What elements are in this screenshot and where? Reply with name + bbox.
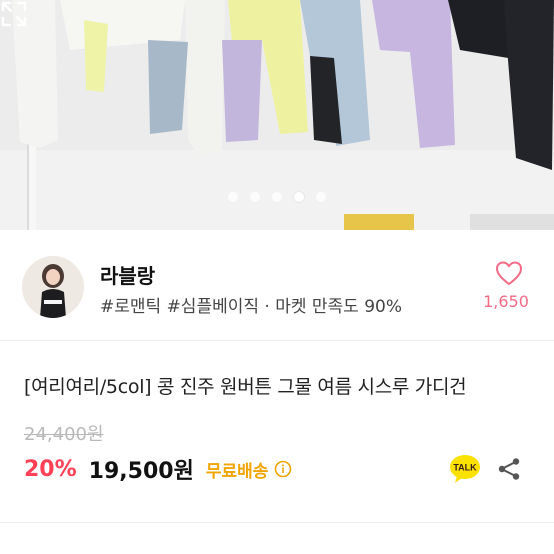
heart-icon xyxy=(495,261,523,286)
talk-icon: TALK xyxy=(450,455,480,483)
product-title: [여리여리/5col] 콩 진주 원버튼 그물 여름 시스루 가디건 xyxy=(24,376,467,398)
expand-icon[interactable] xyxy=(0,0,28,28)
seller-info[interactable]: 라블랑 #로맨틱 #심플베이직 · 마켓 만족도 90% 1,650 xyxy=(0,246,554,330)
seller-name[interactable]: 라블랑 xyxy=(100,260,155,289)
free-shipping-badge: 무료배송 xyxy=(205,461,269,482)
carousel-dot[interactable] xyxy=(316,192,326,202)
section-divider xyxy=(0,340,554,341)
discount-rate: 20% xyxy=(24,456,77,482)
seller-avatar[interactable] xyxy=(22,256,84,318)
like-button[interactable]: 1,650 xyxy=(483,260,532,311)
carousel-dot-active[interactable] xyxy=(294,192,304,202)
product-image-carousel[interactable] xyxy=(0,0,554,230)
carousel-dot[interactable] xyxy=(250,192,260,202)
info-icon[interactable] xyxy=(274,460,292,478)
share-icon[interactable] xyxy=(497,457,521,481)
kakao-talk-button[interactable]: TALK xyxy=(449,454,481,484)
carousel-dot[interactable] xyxy=(228,192,238,202)
price-row: 20% 19,500원 무료배송 xyxy=(24,452,292,486)
carousel-dots xyxy=(0,192,554,202)
bottom-divider xyxy=(0,522,554,523)
original-price: 24,400원 xyxy=(24,424,104,445)
like-count: 1,650 xyxy=(483,292,529,311)
talk-label: TALK xyxy=(453,463,477,473)
carousel-dot[interactable] xyxy=(272,192,282,202)
seller-tags: #로맨틱 #심플베이직 · 마켓 만족도 90% xyxy=(100,297,403,317)
sale-price: 19,500원 xyxy=(88,459,194,484)
